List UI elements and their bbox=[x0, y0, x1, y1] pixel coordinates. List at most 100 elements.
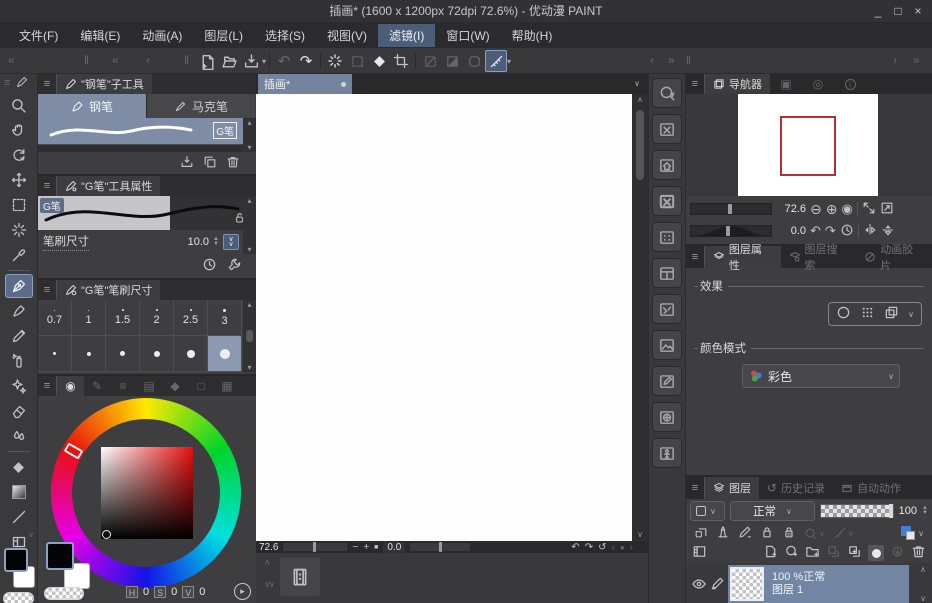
zoom-in-icon[interactable]: + bbox=[363, 542, 369, 553]
transparent-swatch-large[interactable] bbox=[44, 587, 84, 600]
tab-subview-icon[interactable]: ▣ bbox=[770, 74, 802, 94]
sv-cursor[interactable] bbox=[102, 530, 111, 539]
layer-list-scrollbar[interactable]: ∧∨ bbox=[916, 563, 930, 603]
brush-size-spinner[interactable]: ▲▼ bbox=[213, 237, 219, 247]
snap-grid-icon[interactable] bbox=[463, 50, 485, 72]
menu-view[interactable]: 视图(V) bbox=[316, 24, 378, 47]
menu-window[interactable]: 窗口(W) bbox=[435, 24, 500, 47]
thumbnail-settings-dropdown[interactable]: ∨ bbox=[690, 501, 725, 521]
scroll-down-icon[interactable]: ∨ bbox=[632, 529, 648, 541]
import-subtool-icon[interactable] bbox=[180, 155, 194, 172]
tool-pen[interactable] bbox=[5, 274, 33, 298]
canvas-vscrollbar[interactable]: ∧ ∨ bbox=[632, 94, 648, 541]
tab-pen-group[interactable]: 钢笔 bbox=[38, 94, 147, 118]
size-cell-4[interactable] bbox=[38, 336, 72, 372]
zoom-slider[interactable] bbox=[283, 543, 347, 551]
size-cell-2[interactable]: 2 bbox=[140, 300, 174, 336]
snap-special-ruler-icon[interactable] bbox=[441, 50, 463, 72]
nav-reset-rotation-icon[interactable] bbox=[840, 223, 854, 240]
tool-fill[interactable] bbox=[5, 455, 33, 479]
nav-fit-icon[interactable] bbox=[862, 201, 876, 218]
tool-rotate-canvas[interactable] bbox=[5, 143, 33, 167]
size-cell-6[interactable] bbox=[106, 336, 140, 372]
sv-square[interactable] bbox=[101, 447, 193, 539]
nav-rotate-left-icon[interactable]: ↶ bbox=[810, 223, 821, 239]
menu-select[interactable]: 选择(S) bbox=[254, 24, 316, 47]
tab-color-set-icon[interactable]: ▤ bbox=[136, 376, 162, 396]
tab-intermediate-color-icon[interactable]: ◆ bbox=[162, 376, 188, 396]
tone-effect-icon[interactable] bbox=[860, 305, 875, 323]
size-cell-3[interactable]: 3 bbox=[208, 300, 242, 336]
dock-expand-right-icon[interactable]: » bbox=[913, 53, 920, 67]
tab-color-film-icon[interactable]: ▦ bbox=[214, 376, 240, 396]
tool-brush-pen[interactable] bbox=[5, 299, 33, 323]
tab-layers[interactable]: 图层 bbox=[704, 477, 759, 499]
dock-arrow-icon[interactable]: ‹ bbox=[146, 53, 150, 67]
open-file-button[interactable] bbox=[218, 50, 240, 72]
merge-to-lower-icon[interactable] bbox=[847, 544, 862, 562]
opacity-slider[interactable] bbox=[820, 504, 894, 518]
transfer-to-lower-icon[interactable] bbox=[826, 544, 841, 562]
navigator-view-rect[interactable] bbox=[780, 116, 836, 176]
save-dropdown-icon[interactable]: ▾ bbox=[262, 57, 266, 66]
layers-menu-icon[interactable]: ≡ bbox=[686, 482, 704, 494]
toolbar-handle-icon[interactable]: ‖ bbox=[184, 53, 189, 67]
tab-auto-action[interactable]: 自动动作 bbox=[833, 477, 909, 499]
material-folder-tone-button[interactable] bbox=[652, 222, 682, 252]
quick-search-button[interactable] bbox=[652, 78, 682, 108]
color-menu-icon[interactable]: ≡ bbox=[38, 380, 56, 392]
size-cell-8[interactable] bbox=[140, 336, 174, 372]
layer-visibility-eye-icon[interactable] bbox=[691, 576, 707, 595]
material-folder-close-button[interactable] bbox=[652, 186, 682, 216]
tool-eraser[interactable] bbox=[5, 399, 33, 423]
nav-zoom-slider[interactable] bbox=[690, 203, 772, 215]
menu-layer[interactable]: 图层(L) bbox=[193, 24, 254, 47]
lock-transparent-pixels-icon[interactable] bbox=[782, 525, 796, 542]
delete-layer-icon[interactable] bbox=[911, 544, 926, 562]
material-folder-image-button[interactable] bbox=[652, 330, 682, 360]
toolbox-menu-icon[interactable]: ≡ bbox=[4, 77, 10, 89]
size-cell-1.5[interactable]: 1.5 bbox=[106, 300, 140, 336]
tool-auto-select[interactable] bbox=[5, 218, 33, 242]
material-folder-cancel-button[interactable] bbox=[652, 114, 682, 144]
size-cell-10-selected[interactable] bbox=[208, 336, 242, 372]
tool-move[interactable] bbox=[5, 168, 33, 192]
tab-color-history-icon[interactable]: □ bbox=[188, 376, 214, 396]
tab-history[interactable]: ↺ 历史记录 bbox=[759, 477, 833, 499]
canvas-tab[interactable]: 插画* bbox=[258, 74, 352, 94]
dock-handle2-icon[interactable]: ‖ bbox=[686, 53, 691, 67]
page-manager-button[interactable] bbox=[280, 558, 320, 596]
subtool-scrollbar[interactable]: ▴▾ bbox=[243, 118, 256, 152]
layer-thumbnail[interactable] bbox=[730, 567, 764, 601]
layer-color-effect-icon[interactable] bbox=[884, 305, 899, 323]
tool-marquee[interactable] bbox=[5, 193, 33, 217]
menu-file[interactable]: 文件(F) bbox=[8, 24, 69, 47]
nav-flip-vertical-icon[interactable] bbox=[881, 223, 895, 240]
hscroll-thumb-icon[interactable]: ● bbox=[620, 543, 625, 552]
menu-filter[interactable]: 滤镜(I) bbox=[378, 24, 435, 47]
menu-animation[interactable]: 动画(A) bbox=[131, 24, 193, 47]
lock-layer-icon[interactable] bbox=[760, 525, 774, 542]
brush-size-label[interactable]: 笔刷尺寸 bbox=[43, 233, 89, 251]
nav-flip-horizontal-icon[interactable] bbox=[863, 223, 877, 240]
rotate-readout[interactable]: 0.0 bbox=[383, 542, 405, 553]
new-vector-layer-icon[interactable] bbox=[784, 544, 799, 562]
tool-decoration[interactable] bbox=[5, 374, 33, 398]
tab-approx-color-icon[interactable]: ✎ bbox=[84, 376, 110, 396]
nav-actual-size-icon[interactable]: ◉ bbox=[841, 201, 852, 217]
delete-subtool-icon[interactable] bbox=[226, 155, 240, 172]
tab-animation-cel[interactable]: 动画胶片 bbox=[856, 246, 932, 268]
scroll-up-icon[interactable]: ∧ bbox=[632, 94, 648, 106]
menu-edit[interactable]: 编辑(E) bbox=[69, 24, 131, 47]
navigator-preview[interactable] bbox=[686, 94, 932, 196]
tab-item-bank-icon[interactable]: ◎ bbox=[802, 74, 834, 94]
tab-color-wheel[interactable]: ◉ bbox=[56, 376, 84, 396]
tab-color-slider-icon[interactable]: ≡ bbox=[110, 376, 136, 396]
navigator-tab[interactable]: 导航器 bbox=[704, 74, 770, 94]
vscroll-thumb[interactable] bbox=[636, 110, 644, 180]
snap-ruler-off-icon[interactable] bbox=[419, 50, 441, 72]
new-layer-folder-icon[interactable] bbox=[805, 544, 820, 562]
param-expand-button[interactable]: ∨∨ bbox=[223, 234, 239, 250]
canvas-surface[interactable] bbox=[256, 94, 632, 541]
brushsize-menu-icon[interactable]: ≡ bbox=[38, 284, 56, 296]
